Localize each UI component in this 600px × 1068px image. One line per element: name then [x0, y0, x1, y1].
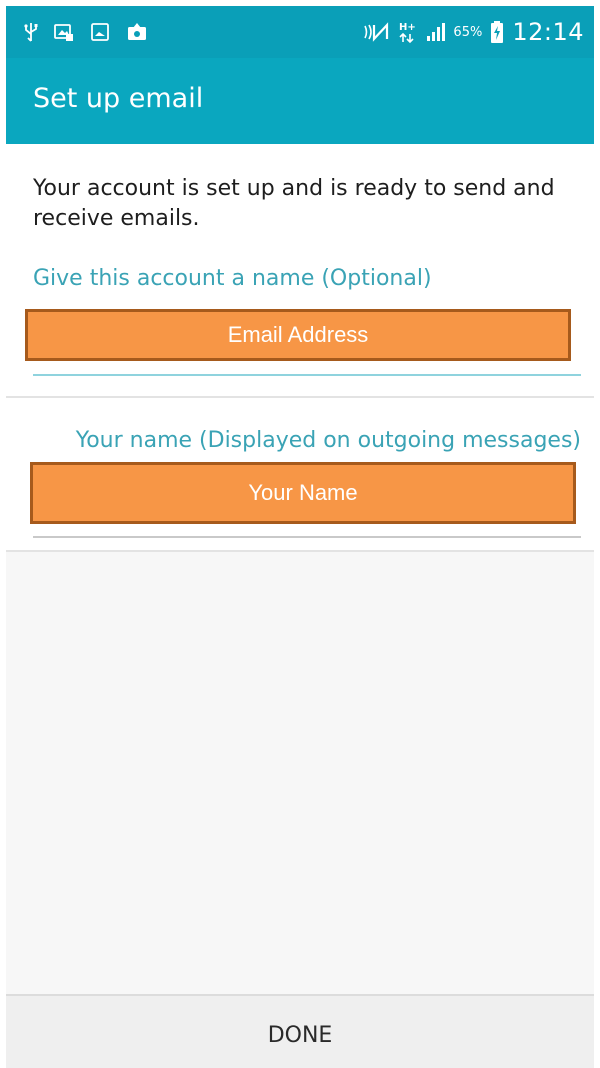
signal-icon [425, 22, 446, 42]
account-name-input[interactable]: Email Address [25, 309, 571, 361]
your-name-section: Your name (Displayed on outgoing message… [6, 398, 594, 552]
status-right-icons: H+ 65% 12:14 [363, 16, 584, 48]
page-title: Set up email [33, 83, 204, 114]
account-name-underline [33, 374, 581, 376]
screen: H+ 65% 12:14 Set up email Your account i… [6, 6, 594, 1068]
usb-icon [24, 22, 38, 42]
title-bar: Set up email [6, 58, 594, 144]
your-name-underline [33, 536, 581, 538]
account-name-label: Give this account a name (Optional) [33, 266, 432, 291]
hplus-data-icon: H+ [397, 20, 417, 44]
your-name-input[interactable]: Your Name [30, 462, 576, 524]
battery-charging-icon [490, 21, 504, 43]
battery-percent: 65% [453, 24, 483, 40]
nfc-icon [363, 22, 389, 42]
status-left-icons [24, 20, 148, 44]
your-name-label: Your name (Displayed on outgoing message… [75, 428, 581, 453]
done-button[interactable]: DONE [6, 996, 594, 1068]
photo-upload-icon [126, 22, 148, 42]
screenshot-icon [54, 22, 74, 42]
setup-complete-message: Your account is set up and is ready to s… [33, 176, 555, 231]
svg-text:H+: H+ [399, 22, 416, 33]
bottom-action-bar: DONE [6, 994, 594, 1068]
account-name-section: Your account is set up and is ready to s… [6, 144, 594, 398]
your-name-label-wrap: Your name (Displayed on outgoing message… [33, 428, 581, 462]
status-bar: H+ 65% 12:14 [6, 6, 594, 58]
gallery-icon [90, 22, 110, 42]
clock-time: 12:14 [512, 18, 584, 46]
